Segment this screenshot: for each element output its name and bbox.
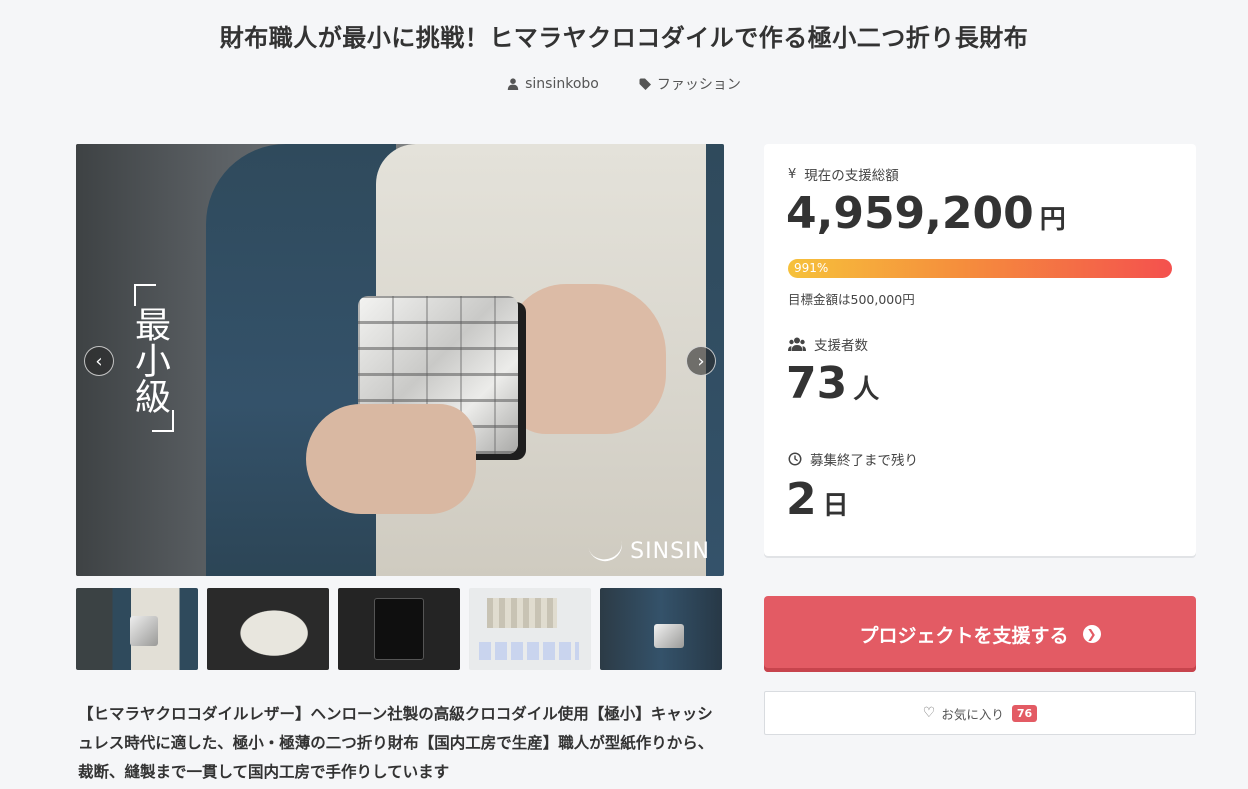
remaining-days: 2日: [786, 474, 849, 525]
project-title: 財布職人が最小に挑戦！ヒマラヤクロコダイルで作る極小二つ折り長財布: [219, 24, 1029, 52]
thumbnail-5[interactable]: [600, 588, 722, 670]
arrow-circle-right-icon: ❯: [1082, 625, 1101, 643]
progress-bar: 991%: [788, 259, 1172, 278]
goal-amount: 目標金額は500,000円: [788, 292, 915, 307]
users-icon: [788, 337, 806, 351]
gallery-prev-button[interactable]: ‹: [84, 346, 114, 376]
support-project-button[interactable]: プロジェクトを支援する ❯: [764, 596, 1196, 672]
project-description: 【ヒマラヤクロコダイルレザー】ヘンローン社製の高級クロコダイル使用【極小】キャッ…: [78, 705, 714, 781]
heart-icon: ♡: [922, 705, 936, 721]
category-name: ファッション: [656, 77, 741, 93]
chevron-right-icon: ›: [697, 350, 705, 372]
author-link[interactable]: sinsinkobo: [507, 74, 599, 94]
favorite-label: お気に入り: [941, 706, 1004, 722]
thumbnail-1[interactable]: [76, 588, 198, 670]
tag-icon: [639, 78, 651, 90]
thumbnail-strip: [76, 588, 724, 670]
remaining-label: 募集終了まで残り: [788, 449, 918, 469]
chevron-left-icon: ‹: [95, 350, 103, 372]
project-meta: sinsinkobo ファッション: [0, 74, 1248, 94]
clock-icon: [788, 452, 802, 466]
backers-count: 73 人: [786, 358, 880, 409]
user-icon: [507, 78, 519, 90]
gallery-next-button[interactable]: ›: [686, 346, 716, 376]
total-label: ¥ 現在の支援総額: [788, 166, 899, 185]
brand-logo: SINSIN: [588, 538, 710, 565]
thumbnail-3[interactable]: [338, 588, 460, 670]
total-amount: 4,959,200 円: [786, 188, 1066, 239]
brand-swoosh-icon: [588, 538, 626, 565]
funding-stats-card: ¥ 現在の支援総額 4,959,200 円 991% 目標金額は500,000円 …: [764, 144, 1196, 556]
progress-percent: 991%: [794, 261, 829, 275]
category-link[interactable]: ファッション: [639, 74, 741, 94]
yen-icon: ¥: [788, 166, 797, 182]
favorite-button[interactable]: ♡ お気に入り 76: [764, 691, 1196, 735]
main-image[interactable]: 最小級 SINSIN ‹ ›: [76, 144, 724, 576]
favorite-count-badge: 76: [1011, 704, 1038, 722]
thumbnail-2[interactable]: [207, 588, 329, 670]
backers-label: 支援者数: [788, 334, 868, 354]
author-name: sinsinkobo: [525, 76, 599, 92]
thumbnail-4[interactable]: [469, 588, 591, 670]
